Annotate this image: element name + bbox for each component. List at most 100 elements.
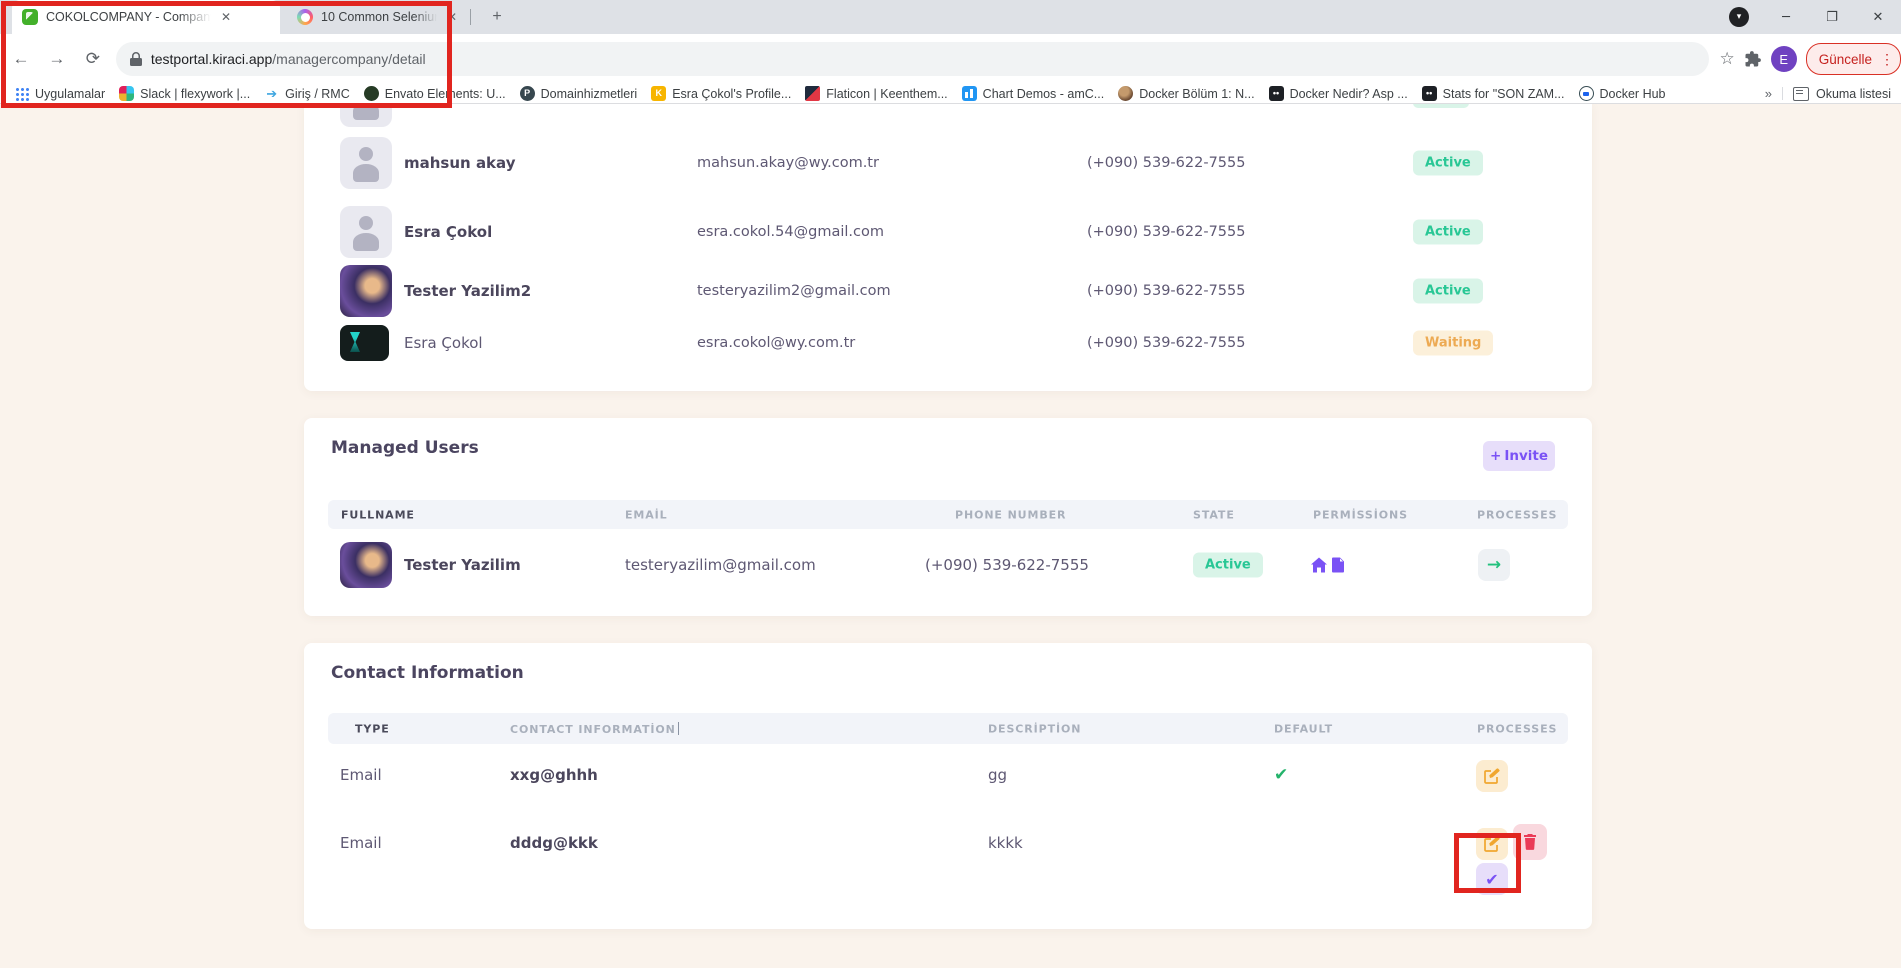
browser-profile-avatar[interactable]: E xyxy=(1771,46,1797,72)
tab-selenium-article[interactable]: 10 Common Selenium Exception ✕ xyxy=(287,0,467,34)
avatar xyxy=(340,542,392,588)
reading-list-label: Okuma listesi xyxy=(1816,87,1891,101)
column-header: PERMİSSİONS xyxy=(1313,508,1408,521)
tab-title: 10 Common Selenium Exception xyxy=(321,10,437,24)
bookmark-label: Giriş / RMC xyxy=(285,87,350,101)
avatar xyxy=(340,137,392,189)
flaticon-icon xyxy=(805,86,820,101)
user-email: testeryazilim@gmail.com xyxy=(625,556,816,574)
bookmark-k-square[interactable]: KEsra Çokol's Profile... xyxy=(651,86,791,101)
status-badge xyxy=(1413,104,1469,108)
user-name: Esra Çokol xyxy=(404,223,492,241)
managed-users-card: Managed Users + Invite FULLNAMEEMAİLPHON… xyxy=(304,418,1592,616)
tab-close-icon[interactable]: ✕ xyxy=(447,10,457,24)
bookmark-label: Docker Nedir? Asp ... xyxy=(1290,87,1408,101)
video-dark-icon: •• xyxy=(1269,86,1284,101)
new-tab-button[interactable]: + xyxy=(487,7,507,27)
bookmark-p-circle[interactable]: P Domainhizmetleri xyxy=(520,86,638,101)
update-label: Güncelle xyxy=(1819,52,1872,67)
user-name: Esra Çokol xyxy=(404,334,483,352)
chrome-update-button[interactable]: Güncelle ⋮ xyxy=(1806,43,1901,75)
p-circle-icon: P xyxy=(520,86,535,101)
bookmark-arrow[interactable]: ➔ Giriş / RMC xyxy=(264,86,350,101)
contact-type: Email xyxy=(340,834,382,852)
bookmark-label: Docker Bölüm 1: N... xyxy=(1139,87,1254,101)
bookmark-slack[interactable]: Slack | flexywork |... xyxy=(119,86,250,101)
bookmark-flaticon[interactable]: Flaticon | Keenthem... xyxy=(805,86,947,101)
browser-toolbar: ← → ⟳ testportal.kiraci.app/managercompa… xyxy=(0,34,1901,84)
url-text: testportal.kiraci.app/managercompany/det… xyxy=(151,51,426,67)
contact-information-card: Contact Information TYPECONTACT INFORMAT… xyxy=(304,643,1592,929)
close-button[interactable]: ✕ xyxy=(1855,0,1901,34)
user-name: Tester Yazilim xyxy=(404,556,521,574)
restore-button[interactable]: ❐ xyxy=(1809,0,1855,34)
invite-button[interactable]: + Invite xyxy=(1483,441,1555,471)
tab-company-detail[interactable]: COKOLCOMPANY - Company De ✕ xyxy=(12,0,280,34)
contact-description: gg xyxy=(988,766,1007,784)
bookmark-video-dark[interactable]: •• Docker Nedir? Asp ... xyxy=(1269,86,1408,101)
bookmark-label: Slack | flexywork |... xyxy=(140,87,250,101)
confirm-button[interactable]: ✔ xyxy=(1476,863,1508,895)
minimize-button[interactable]: ─ xyxy=(1763,0,1809,34)
delete-button[interactable] xyxy=(1513,824,1547,860)
bookmark-docker[interactable]: Docker Hub xyxy=(1579,86,1666,101)
open-detail-button[interactable]: → xyxy=(1478,549,1510,581)
home-icon xyxy=(1311,558,1327,573)
bookmark-label: Flaticon | Keenthem... xyxy=(826,87,947,101)
user-phone: (+090) 539-622-7555 xyxy=(1087,155,1245,171)
user-email: mahsun.akay@wy.com.tr xyxy=(697,155,879,171)
edit-button[interactable] xyxy=(1476,760,1508,792)
bookmark-label: Chart Demos - amC... xyxy=(983,87,1105,101)
company-users-card: mahsun akay mahsun.akay@wy.com.tr (+090) 5… xyxy=(304,104,1592,391)
tab-separator xyxy=(470,9,471,25)
bookmark-photo[interactable]: Docker Bölüm 1: N... xyxy=(1118,86,1254,101)
bookmark-apps-grid[interactable]: Uygulamalar xyxy=(14,86,105,101)
bookmark-video-dark[interactable]: ••Stats for "SON ZAM... xyxy=(1422,86,1565,101)
status-badge: Waiting xyxy=(1413,331,1493,356)
bookmarks-bar: Uygulamalar Slack | flexywork |... ➔ Giriş … xyxy=(0,84,1901,104)
bookmark-star-icon[interactable]: ☆ xyxy=(1719,49,1734,69)
user-email: testeryazilim2@gmail.com xyxy=(697,283,891,299)
tab-close-icon[interactable]: ✕ xyxy=(221,10,231,24)
bookmark-chart[interactable]: Chart Demos - amC... xyxy=(962,86,1105,101)
column-header: FULLNAME xyxy=(341,508,415,521)
bookmark-label: Domainhizmetleri xyxy=(541,87,638,101)
section-title: Managed Users xyxy=(331,438,479,458)
reading-list-button[interactable]: Okuma listesi xyxy=(1793,87,1891,101)
permission-icons xyxy=(1311,558,1345,573)
browser-menu-icon[interactable]: ⋮ xyxy=(1880,51,1894,68)
lock-icon xyxy=(130,52,142,66)
bookmark-envato[interactable]: Envato Elements: U... xyxy=(364,86,506,101)
user-phone: (+090) 539-622-7555 xyxy=(925,556,1089,574)
user-phone: (+090) 539-622-7555 xyxy=(1087,335,1245,351)
column-header: PROCESSES xyxy=(1477,722,1557,735)
user-phone: (+090) 539-622-7555 xyxy=(1087,283,1245,299)
apps-grid-icon xyxy=(14,86,29,101)
slack-icon xyxy=(119,86,134,101)
toolbar-actions: ☆ E Güncelle ⋮ xyxy=(1719,43,1901,75)
contact-type: Email xyxy=(340,766,382,784)
user-name: mahsun akay xyxy=(404,154,515,172)
envato-icon xyxy=(364,86,379,101)
column-header: STATE xyxy=(1193,508,1235,521)
back-button[interactable]: ← xyxy=(6,44,36,74)
user-name: Tester Yazilim2 xyxy=(404,282,531,300)
bookmarks-divider xyxy=(1782,87,1783,100)
avatar xyxy=(340,325,389,361)
forward-button[interactable]: → xyxy=(42,44,72,74)
text-caret xyxy=(678,722,680,735)
contact-table-header: TYPECONTACT INFORMATİONDESCRİPTİONDEFAUL… xyxy=(328,713,1568,744)
extensions-puzzle-icon[interactable] xyxy=(1744,50,1762,68)
contact-value: dddg@kkk xyxy=(510,834,598,852)
arrow-icon: ➔ xyxy=(264,86,279,101)
bookmarks-overflow-chevron[interactable]: » xyxy=(1765,86,1772,101)
browser-profile-chip-icon[interactable]: ▾ xyxy=(1729,7,1749,27)
status-badge: Active xyxy=(1193,553,1263,578)
reload-button[interactable]: ⟳ xyxy=(78,44,108,74)
column-header: TYPE xyxy=(355,722,390,735)
edit-button[interactable] xyxy=(1476,828,1508,860)
url-domain: testportal.kiraci.app xyxy=(151,51,272,67)
address-bar[interactable]: testportal.kiraci.app/managercompany/det… xyxy=(116,42,1710,76)
contact-description: kkkk xyxy=(988,834,1023,852)
bookmark-label: Stats for "SON ZAM... xyxy=(1443,87,1565,101)
